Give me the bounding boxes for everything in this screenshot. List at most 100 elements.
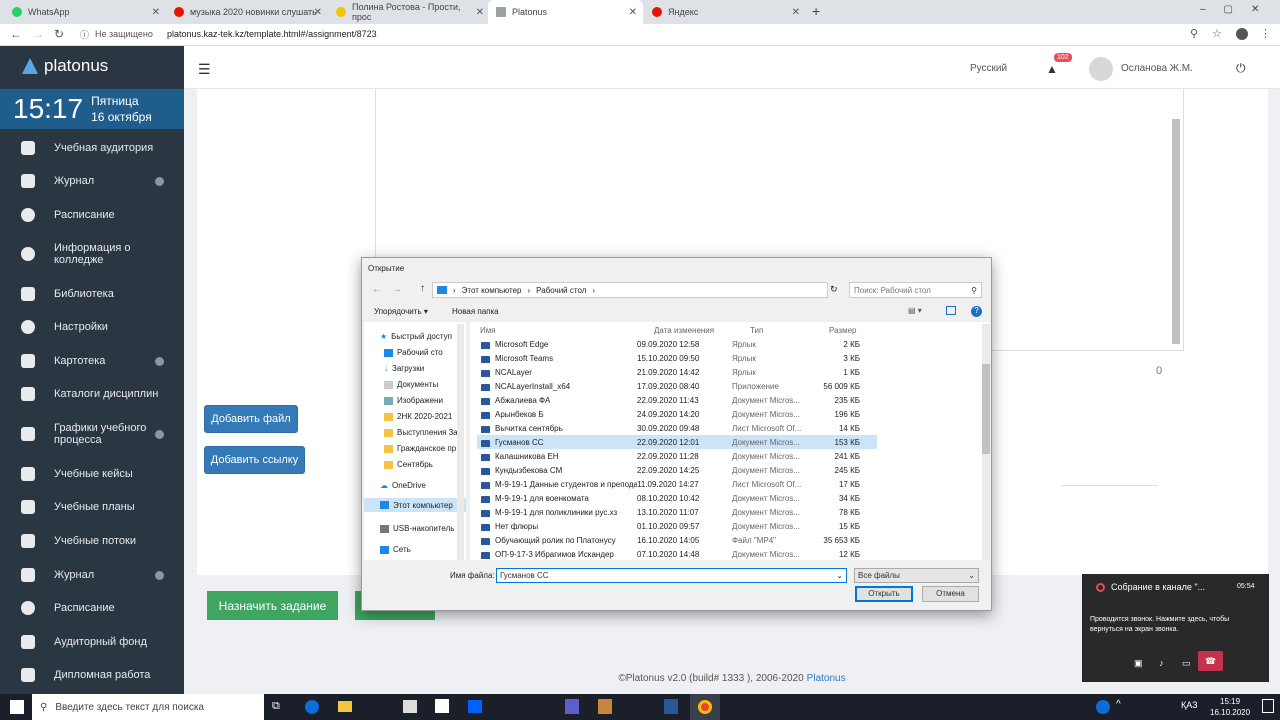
power-icon[interactable]: ⏻ bbox=[1236, 61, 1246, 76]
keyboard-language[interactable]: ҚАЗ bbox=[1181, 700, 1198, 710]
meeting-popup[interactable]: Собрание в канале "... 05:54 Проводится … bbox=[1082, 574, 1269, 682]
new-tab-button[interactable]: + bbox=[812, 3, 820, 19]
reload-icon[interactable]: ↻ bbox=[54, 27, 64, 41]
tree-item-onedrive[interactable]: ☁ OneDrive bbox=[380, 481, 426, 490]
file-row[interactable]: Арынбеков Б 24.09.2020 14:20 Документ Micr… bbox=[477, 407, 877, 421]
window-controls[interactable]: –▢✕ bbox=[1200, 4, 1277, 15]
file-row[interactable]: Обучающий ролик по Платонусу 16.10.2020 1… bbox=[477, 533, 877, 547]
chrome-taskbar-button[interactable] bbox=[690, 694, 720, 720]
sidebar-item-diploma[interactable]: Дипломная работа bbox=[0, 667, 184, 683]
screen-share-icon[interactable]: ▭ bbox=[1182, 658, 1191, 669]
taskbar-clock[interactable]: 15:19 16.10.2020 bbox=[1210, 696, 1250, 718]
dropbox-icon[interactable] bbox=[468, 700, 482, 713]
view-options-icon[interactable]: ▤ ▾ bbox=[908, 306, 922, 315]
language-selector[interactable]: Русский bbox=[970, 63, 1007, 74]
camera-icon[interactable]: ▣ bbox=[1134, 658, 1143, 669]
search-input[interactable]: Поиск: Рабочий стол ⚲ bbox=[849, 282, 982, 298]
sidebar-item-college-info[interactable]: Информация о колледже bbox=[0, 240, 184, 268]
user-name[interactable]: Осланова Ж.М. bbox=[1121, 63, 1193, 74]
mail-icon[interactable] bbox=[403, 700, 417, 713]
tab-music[interactable]: музыка 2020 новинки слушать ✕ bbox=[166, 0, 328, 24]
help-icon[interactable] bbox=[1096, 700, 1110, 714]
sidebar-item-classroom[interactable]: Учебная аудитория bbox=[0, 140, 184, 156]
sidebar-item-plans[interactable]: Учебные планы bbox=[0, 499, 184, 515]
tree-item-folder-september[interactable]: Сентябрь bbox=[384, 460, 433, 469]
file-row[interactable]: ОП-9-17-3 Ибрагимов Искандер 07.10.2020 1… bbox=[477, 547, 877, 561]
sidebar-item-journal[interactable]: Журнал bbox=[0, 173, 184, 189]
profile-icon[interactable] bbox=[1236, 28, 1248, 40]
help-icon[interactable]: ? bbox=[971, 306, 982, 317]
info-icon[interactable]: ⓘ bbox=[80, 28, 89, 41]
file-row[interactable]: Вычитка сентябрь 30.09.2020 09:48 Лист Mic… bbox=[477, 421, 877, 435]
file-row[interactable]: М-9-19-1 для поликлиники рус.хз 13.10.202… bbox=[477, 505, 877, 519]
zoom-icon[interactable]: ⚲ bbox=[1190, 27, 1198, 40]
close-icon[interactable]: ✕ bbox=[476, 7, 484, 18]
sidebar-item-card-index[interactable]: Картотека bbox=[0, 353, 184, 369]
notification-center-icon[interactable] bbox=[1262, 699, 1274, 713]
column-date[interactable]: Дата изменения bbox=[654, 326, 714, 335]
star-icon[interactable]: ☆ bbox=[1212, 27, 1222, 40]
cancel-button[interactable]: Отмена bbox=[922, 586, 979, 602]
tab-platonus[interactable]: Platonus ✕ bbox=[488, 0, 643, 24]
microphone-icon[interactable]: ♪ bbox=[1159, 658, 1164, 668]
file-row[interactable]: Microsoft Teams 15.10.2020 09:50 Ярлык 3 КБ bbox=[477, 351, 877, 365]
taskbar-search[interactable]: ⚲ Введите здесь текст для поиска bbox=[32, 694, 264, 720]
file-row[interactable]: Нет флюры 01.10.2020 09:57 Документ Micros… bbox=[477, 519, 877, 533]
tree-item-desktop[interactable]: Рабочий сто bbox=[384, 348, 443, 357]
sidebar-item-graphs[interactable]: Графики учебного процесса bbox=[0, 420, 184, 448]
file-type-select[interactable]: Все файлы ⌄ bbox=[854, 568, 979, 583]
add-link-button[interactable]: Добавить ссылку bbox=[204, 446, 305, 474]
tree-item-downloads[interactable]: ↓ Загрузки bbox=[384, 364, 424, 373]
sidebar-item-schedule[interactable]: Расписание bbox=[0, 207, 184, 223]
logo[interactable]: platonus bbox=[22, 56, 108, 76]
menu-icon[interactable]: ⋮ bbox=[1260, 27, 1271, 40]
tree-item-usb[interactable]: USB-накопитель bbox=[380, 524, 454, 533]
tree-item-folder-speeches[interactable]: Выступления 3а bbox=[384, 428, 458, 437]
sidebar-item-catalogs[interactable]: Каталоги дисциплин bbox=[0, 386, 184, 402]
file-row[interactable]: Microsoft Edge 09.09.2020 12:58 Ярлык 2 КБ bbox=[477, 337, 877, 351]
file-row[interactable]: Кундызбекова СМ 22.09.2020 14:25 Документ … bbox=[477, 463, 877, 477]
assign-task-button[interactable]: Назначить задание bbox=[207, 591, 338, 620]
close-icon[interactable]: ✕ bbox=[629, 7, 637, 18]
tree-item-this-pc[interactable]: Этот компьютер bbox=[364, 498, 466, 512]
sidebar-item-journal-2[interactable]: Журнал bbox=[0, 567, 184, 583]
edge-icon[interactable] bbox=[305, 700, 319, 714]
close-icon[interactable]: ✕ bbox=[152, 7, 160, 18]
tree-item-folder-civil[interactable]: Гражданское пр bbox=[384, 444, 456, 453]
editor-scrollbar[interactable] bbox=[1172, 119, 1180, 344]
column-size[interactable]: Размер bbox=[829, 326, 857, 335]
new-folder-button[interactable]: Новая папка bbox=[452, 307, 499, 316]
warning-icon[interactable]: ▲ bbox=[1046, 62, 1058, 76]
hang-up-button[interactable]: ☎ bbox=[1198, 651, 1223, 671]
back-icon[interactable]: ← bbox=[372, 284, 382, 295]
forward-icon[interactable]: → bbox=[392, 284, 402, 295]
tab-whatsapp[interactable]: WhatsApp ✕ bbox=[4, 0, 166, 24]
close-icon[interactable]: ✕ bbox=[792, 7, 800, 18]
tray-chevron-icon[interactable]: ^ bbox=[1116, 699, 1121, 710]
tree-item-pictures[interactable]: Изображени bbox=[384, 396, 443, 405]
word-icon[interactable] bbox=[664, 699, 678, 714]
task-view-icon[interactable]: ⧉ bbox=[272, 700, 280, 713]
file-row[interactable]: Калашникова ЕН 22.09.2020 11:28 Документ M… bbox=[477, 449, 877, 463]
tree-item-documents[interactable]: Документы bbox=[384, 380, 438, 389]
file-row[interactable]: Гусманов СС 22.09.2020 12:01 Документ Micr… bbox=[477, 435, 877, 449]
sidebar-item-cases[interactable]: Учебные кейсы bbox=[0, 466, 184, 482]
explorer-icon[interactable] bbox=[338, 701, 352, 712]
file-row[interactable]: Абжалиева ФА 22.09.2020 11:43 Документ Mic… bbox=[477, 393, 877, 407]
file-row[interactable]: NCALayer 21.09.2020 14:42 Ярлык 1 КБ bbox=[477, 365, 877, 379]
tree-item-network[interactable]: Сеть bbox=[380, 545, 411, 554]
sidebar-item-streams[interactable]: Учебные потоки bbox=[0, 533, 184, 549]
preview-pane-icon[interactable] bbox=[946, 306, 956, 315]
windows-start-icon[interactable] bbox=[10, 700, 24, 714]
organize-button[interactable]: Упорядочить ▾ bbox=[374, 307, 428, 316]
list-scrollbar[interactable] bbox=[982, 324, 990, 560]
amazon-icon[interactable] bbox=[435, 699, 449, 713]
filename-input[interactable]: Гусманов СС ⌄ bbox=[496, 568, 847, 583]
sidebar-item-library[interactable]: Библиотека bbox=[0, 286, 184, 302]
column-name[interactable]: Имя bbox=[480, 326, 496, 335]
tab-yandex[interactable]: Яндекс ✕ bbox=[644, 0, 806, 24]
avatar[interactable] bbox=[1089, 57, 1113, 81]
refresh-icon[interactable]: ↻ bbox=[830, 284, 838, 295]
up-icon[interactable]: ↑ bbox=[420, 283, 425, 294]
tree-item-folder-2nk[interactable]: 2НК 2020-2021 bbox=[384, 412, 452, 421]
